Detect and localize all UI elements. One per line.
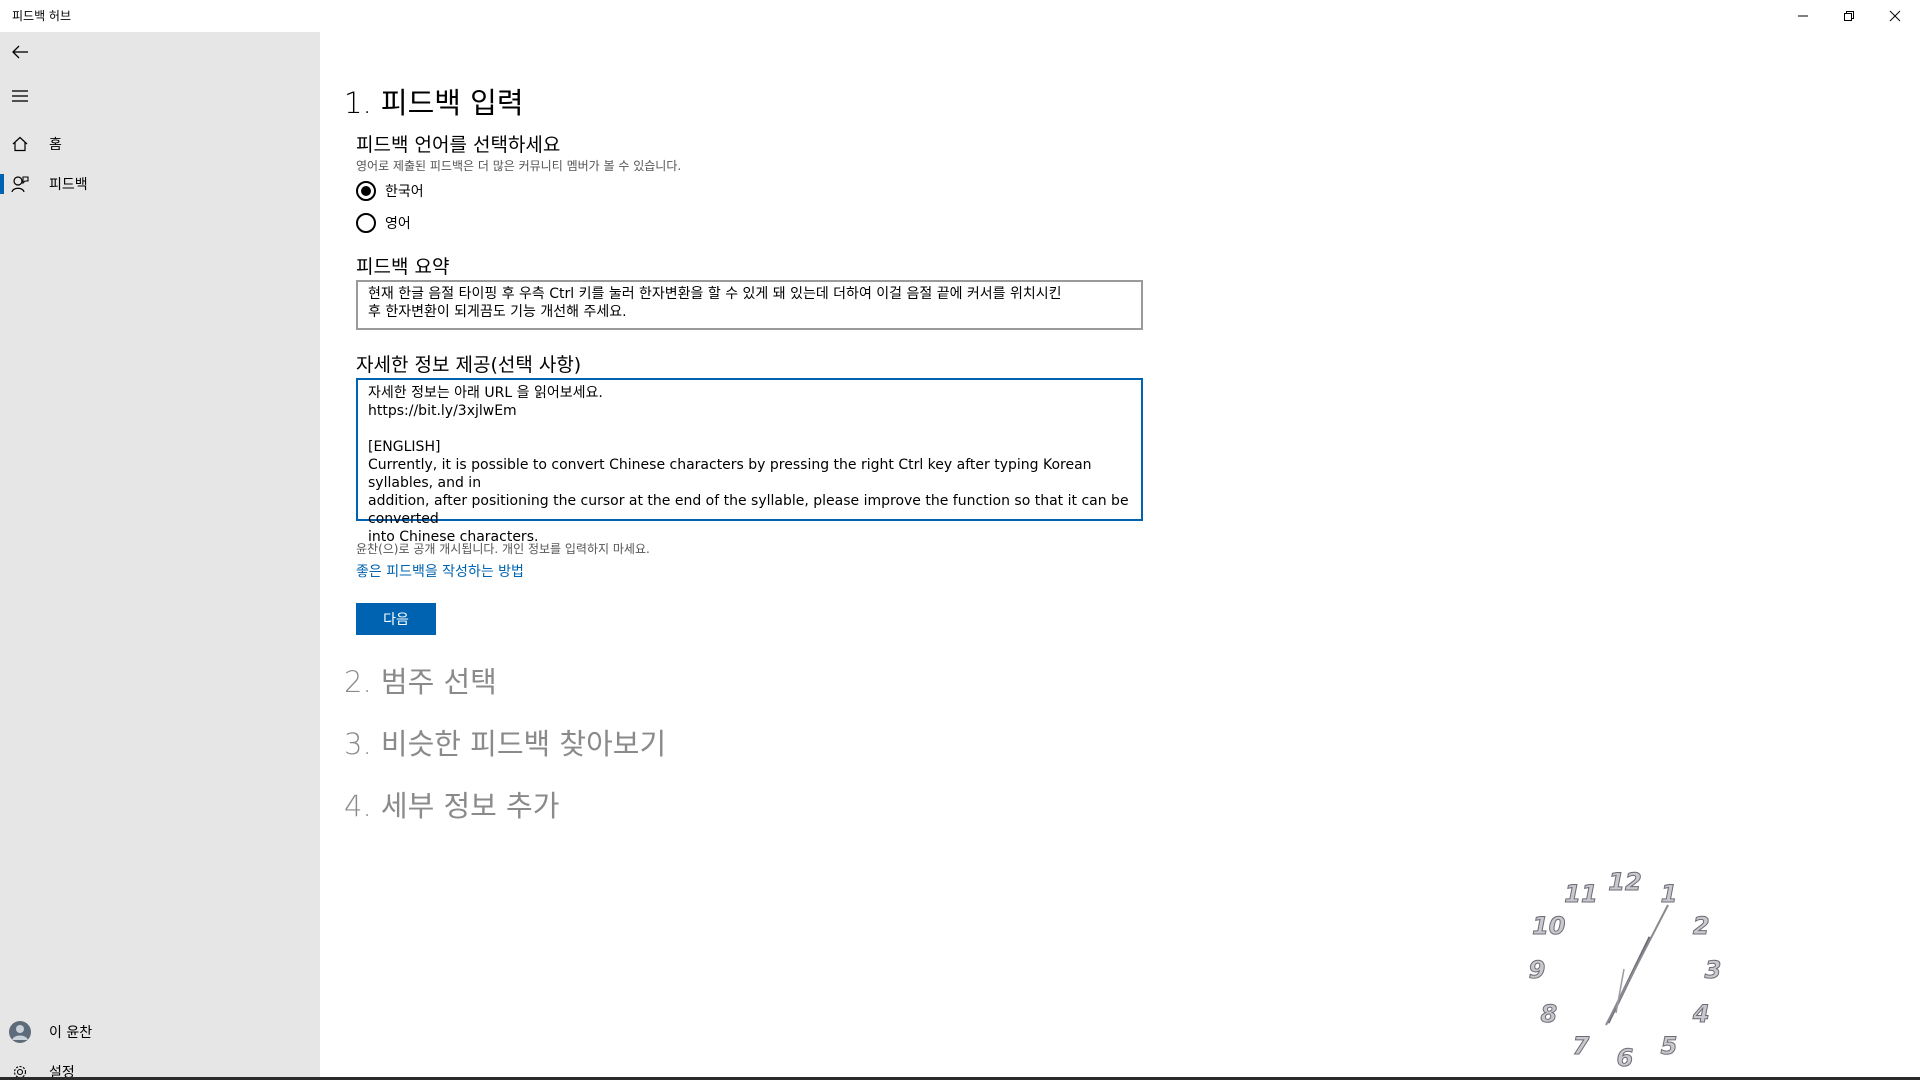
details-textarea[interactable]: 자세한 정보는 아래 URL 을 읽어보세요. https://bit.ly/3…: [356, 378, 1143, 545]
home-icon: [0, 124, 40, 164]
summary-input[interactable]: 현재 한글 음절 타이핑 후 우측 Ctrl 키를 눌러 한자변환을 할 수 있…: [356, 280, 1143, 330]
radio-label: 영어: [385, 216, 411, 232]
sidebar-item-label: 홈: [49, 137, 62, 153]
close-icon: [1889, 10, 1901, 22]
selection-indicator: [0, 174, 4, 194]
hamburger-icon: [0, 76, 40, 116]
window-title: 피드백 허브: [12, 9, 72, 23]
title-bar: 피드백 허브: [0, 0, 1920, 32]
language-hint: 영어로 제출된 피드백은 더 많은 커뮤니티 멤버가 볼 수 있습니다.: [356, 159, 682, 173]
clock-number-9: 9: [1529, 956, 1546, 984]
next-button[interactable]: 다음: [356, 603, 436, 635]
step-2-title[interactable]: 2. 범주 선택: [344, 659, 497, 701]
gear-icon: [0, 1052, 40, 1092]
clock-number-12: 12: [1608, 868, 1641, 896]
back-button[interactable]: [0, 32, 320, 72]
clock-number-5: 5: [1661, 1032, 1678, 1060]
radio-korean[interactable]: 한국어: [356, 181, 424, 201]
details-section-title: 자세한 정보 제공(선택 사항): [356, 354, 582, 376]
user-name: 이 윤찬: [49, 1025, 93, 1041]
minimize-button[interactable]: [1780, 0, 1826, 32]
avatar: [0, 1012, 40, 1052]
minimize-icon: [1798, 15, 1808, 17]
clock-number-7: 7: [1573, 1032, 1590, 1060]
clock-number-3: 3: [1705, 956, 1722, 984]
clock-number-1: 1: [1661, 880, 1678, 908]
feedback-icon: [0, 164, 40, 204]
sidebar-item-home[interactable]: 홈: [0, 124, 320, 164]
clock-number-4: 4: [1692, 1000, 1710, 1028]
close-button[interactable]: [1872, 0, 1918, 32]
summary-section-title: 피드백 요약: [356, 256, 450, 278]
settings-button[interactable]: 설정: [0, 1052, 320, 1092]
clock-number-10: 10: [1532, 912, 1565, 940]
feedback-guide-link[interactable]: 좋은 피드백을 작성하는 방법: [356, 561, 524, 581]
radio-english[interactable]: 영어: [356, 213, 411, 233]
public-note: 윤찬(으)로 공개 개시됩니다. 개인 정보를 입력하지 마세요.: [356, 542, 650, 556]
clock-number-8: 8: [1540, 1000, 1557, 1028]
hamburger-menu-button[interactable]: [0, 76, 320, 116]
step-4-title[interactable]: 4. 세부 정보 추가: [344, 783, 559, 825]
restore-button[interactable]: [1826, 0, 1872, 32]
radio-button-selected[interactable]: [356, 181, 376, 201]
radio-button[interactable]: [356, 213, 376, 233]
step-1-title: 1. 피드백 입력: [344, 86, 524, 120]
radio-label: 한국어: [385, 184, 424, 200]
sidebar: 홈 피드백 이 윤찬 설정: [0, 32, 320, 1081]
clock-number-11: 11: [1564, 880, 1597, 908]
clock-number-6: 6: [1617, 1044, 1634, 1072]
clock-number-2: 2: [1693, 912, 1710, 940]
sidebar-item-label: 피드백: [49, 177, 88, 193]
restore-icon: [1844, 11, 1854, 21]
clock-minute-hand: [1605, 904, 1669, 1026]
user-account-button[interactable]: 이 윤찬: [0, 1012, 320, 1052]
desktop-clock-widget: 12 12 3 45678 9 10 11: [1528, 868, 1722, 1073]
language-section-title: 피드백 언어를 선택하세요: [356, 134, 561, 156]
step-3-title[interactable]: 3. 비슷한 피드백 찾아보기: [344, 721, 666, 763]
sidebar-item-feedback[interactable]: 피드백: [0, 164, 320, 204]
back-arrow-icon: [0, 32, 40, 72]
